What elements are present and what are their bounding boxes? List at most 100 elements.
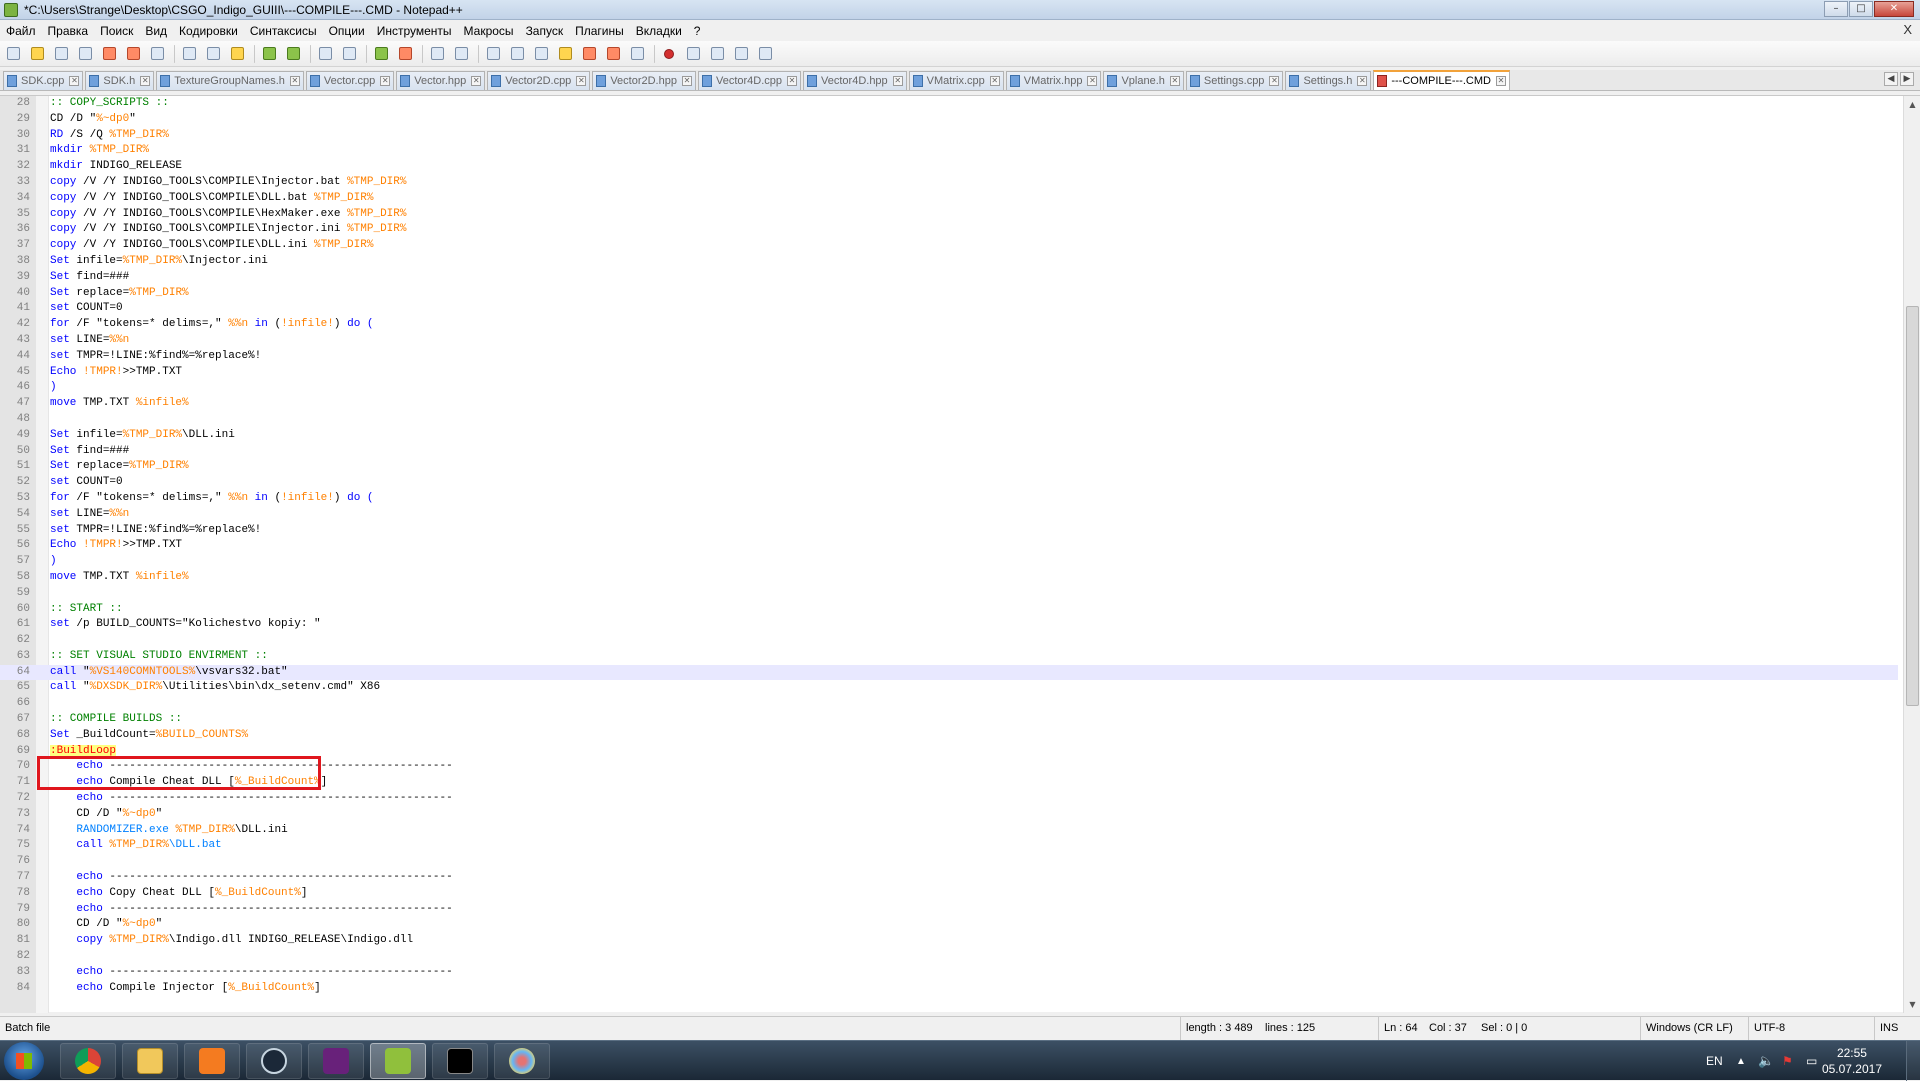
code-line[interactable]: 80 CD /D "%~dp0" [0, 917, 1898, 933]
code-line[interactable]: 50 Set find=### [0, 444, 1898, 460]
line-text[interactable]: Set replace=%TMP_DIR% [50, 459, 189, 475]
network-icon[interactable]: ▭ [1806, 1041, 1817, 1081]
code-line[interactable]: 53 for /F "tokens=* delims=," %%n in (!in… [0, 491, 1898, 507]
line-text[interactable]: Set find=### [50, 444, 129, 460]
code-line[interactable]: 61 set /p BUILD_COUNTS="Kolichestvo kopiy… [0, 617, 1898, 633]
code-line[interactable]: 54 set LINE=%%n [0, 507, 1898, 523]
code-line[interactable]: 81 copy %TMP_DIR%\Indigo.dll INDIGO_RELE… [0, 933, 1898, 949]
code-lines[interactable]: 28:: COPY_SCRIPTS :: 29 CD /D "%~dp0" 30 RD … [0, 96, 1898, 996]
line-text[interactable]: set TMPR=!LINE:%find%=%replace%! [50, 523, 261, 539]
line-text[interactable]: copy %TMP_DIR%\Indigo.dll INDIGO_RELEASE… [50, 933, 413, 949]
code-line[interactable]: 57) [0, 554, 1898, 570]
save-all-icon[interactable] [76, 45, 94, 63]
line-text[interactable]: Set find=### [50, 270, 129, 286]
scrollbar-thumb[interactable] [1906, 306, 1919, 706]
user-language-icon[interactable] [556, 45, 574, 63]
code-line[interactable]: 31 mkdir %TMP_DIR% [0, 143, 1898, 159]
close-tab-icon[interactable]: ✕ [681, 76, 692, 86]
sync-horizontal-icon[interactable] [452, 45, 470, 63]
tab-texturegroupnames-h[interactable]: TextureGroupNames.h ✕ [156, 71, 304, 90]
code-line[interactable]: 33 copy /V /Y INDIGO_TOOLS\COMPILE\Inject… [0, 175, 1898, 191]
code-line[interactable]: 77 echo --------------------------------… [0, 870, 1898, 886]
scroll-up-icon[interactable]: ▲ [1906, 98, 1919, 111]
line-text[interactable]: mkdir INDIGO_RELEASE [50, 159, 182, 175]
menu-file[interactable]: Файл [0, 24, 42, 38]
function-list-icon[interactable] [604, 45, 622, 63]
close-tab-icon[interactable]: ✕ [1169, 76, 1180, 86]
code-line[interactable]: 67:: COMPILE BUILDS :: [0, 712, 1898, 728]
taskbar-media-player[interactable] [184, 1043, 240, 1079]
line-text[interactable]: echo -----------------------------------… [50, 791, 452, 807]
tab-vmatrix-cpp[interactable]: VMatrix.cpp ✕ [908, 71, 1004, 90]
code-line[interactable]: 38 Set infile=%TMP_DIR%\Injector.ini [0, 254, 1898, 270]
line-text[interactable]: for /F "tokens=* delims=," %%n in (!infi… [50, 317, 374, 333]
code-line[interactable]: 47 move TMP.TXT %infile% [0, 396, 1898, 412]
code-line[interactable]: 46) [0, 380, 1898, 396]
line-text[interactable]: Echo !TMPR!>>TMP.TXT [50, 365, 182, 381]
line-text[interactable]: Set infile=%TMP_DIR%\DLL.ini [50, 428, 235, 444]
code-line[interactable]: 34 copy /V /Y INDIGO_TOOLS\COMPILE\DLL.ba… [0, 191, 1898, 207]
line-text[interactable]: CD /D "%~dp0" [50, 112, 136, 128]
new-file-icon[interactable] [4, 45, 22, 63]
code-line[interactable]: 41 set COUNT=0 [0, 301, 1898, 317]
close-tab-icon[interactable]: ✕ [289, 76, 300, 86]
close-tab-icon[interactable]: ✕ [471, 76, 482, 86]
code-line[interactable]: 43 set LINE=%%n [0, 333, 1898, 349]
code-line[interactable]: 59 [0, 586, 1898, 602]
menu-help[interactable]: ? [688, 24, 707, 38]
replace-icon[interactable] [340, 45, 358, 63]
close-tab-icon[interactable]: ✕ [1269, 76, 1280, 86]
menu-encoding[interactable]: Кодировки [173, 24, 244, 38]
close-tab-icon[interactable]: ✕ [892, 76, 903, 86]
action-center-icon[interactable]: ⚑ [1782, 1041, 1793, 1081]
tab-vector2d-cpp[interactable]: Vector2D.cpp ✕ [487, 71, 591, 90]
run-macro-multiple-icon[interactable] [732, 45, 750, 63]
show-hidden-icons-icon[interactable]: ▲ [1736, 1041, 1746, 1081]
close-tab-icon[interactable]: ✕ [380, 76, 391, 86]
taskbar-notepadpp[interactable] [370, 1043, 426, 1079]
tab-sdk-cpp[interactable]: SDK.cpp ✕ [3, 71, 84, 90]
line-text[interactable]: ) [50, 380, 57, 396]
redo-icon[interactable] [284, 45, 302, 63]
paste-icon[interactable] [228, 45, 246, 63]
tab-sdk-h[interactable]: SDK.h ✕ [85, 71, 155, 90]
code-line[interactable]: 68 Set _BuildCount=%BUILD_COUNTS% [0, 728, 1898, 744]
code-line[interactable]: 65 call "%DXSDK_DIR%\Utilities\bin\dx_set… [0, 680, 1898, 696]
line-text[interactable]: move TMP.TXT %infile% [50, 396, 189, 412]
menu-edit[interactable]: Правка [42, 24, 95, 38]
menu-settings[interactable]: Опции [323, 24, 371, 38]
save-macro-icon[interactable] [756, 45, 774, 63]
code-line[interactable]: 78 echo Copy Cheat DLL [%_BuildCount%] [0, 886, 1898, 902]
code-line[interactable]: 29 CD /D "%~dp0" [0, 112, 1898, 128]
code-line[interactable]: 35 copy /V /Y INDIGO_TOOLS\COMPILE\HexMak… [0, 207, 1898, 223]
line-text[interactable]: Set infile=%TMP_DIR%\Injector.ini [50, 254, 268, 270]
code-editor[interactable]: 28:: COPY_SCRIPTS :: 29 CD /D "%~dp0" 30 RD … [0, 95, 1920, 1013]
line-text[interactable]: call %TMP_DIR%\DLL.bat [50, 838, 221, 854]
sync-vertical-icon[interactable] [428, 45, 446, 63]
close-document-button[interactable]: X [1903, 22, 1912, 37]
maximize-button[interactable]: □ [1849, 1, 1873, 17]
line-text[interactable]: :: COPY_SCRIPTS :: [50, 96, 169, 112]
close-tab-icon[interactable]: ✕ [576, 76, 587, 86]
copy-icon[interactable] [204, 45, 222, 63]
line-text[interactable]: copy /V /Y INDIGO_TOOLS\COMPILE\HexMaker… [50, 207, 406, 223]
print-icon[interactable] [148, 45, 166, 63]
tab-vmatrix-hpp[interactable]: VMatrix.hpp ✕ [1005, 71, 1102, 90]
menu-macro[interactable]: Макросы [458, 24, 520, 38]
code-line[interactable]: 44 set TMPR=!LINE:%find%=%replace%! [0, 349, 1898, 365]
tab-vplane-h[interactable]: Vplane.h ✕ [1103, 71, 1184, 90]
taskbar-steam[interactable] [246, 1043, 302, 1079]
line-text[interactable]: :: SET VISUAL STUDIO ENVIRMENT :: [50, 649, 268, 665]
line-text[interactable]: CD /D "%~dp0" [50, 807, 162, 823]
code-line[interactable]: 30 RD /S /Q %TMP_DIR% [0, 128, 1898, 144]
line-text[interactable]: move TMP.TXT %infile% [50, 570, 189, 586]
stop-macro-icon[interactable] [684, 45, 702, 63]
line-text[interactable]: echo -----------------------------------… [50, 870, 452, 886]
menu-run[interactable]: Запуск [520, 24, 570, 38]
code-line[interactable]: 37 copy /V /Y INDIGO_TOOLS\COMPILE\DLL.in… [0, 238, 1898, 254]
zoom-out-icon[interactable] [396, 45, 414, 63]
code-line[interactable]: 63:: SET VISUAL STUDIO ENVIRMENT :: [0, 649, 1898, 665]
line-text[interactable]: call "%DXSDK_DIR%\Utilities\bin\dx_seten… [50, 680, 380, 696]
line-text[interactable]: Set replace=%TMP_DIR% [50, 286, 189, 302]
code-line[interactable]: 66 [0, 696, 1898, 712]
